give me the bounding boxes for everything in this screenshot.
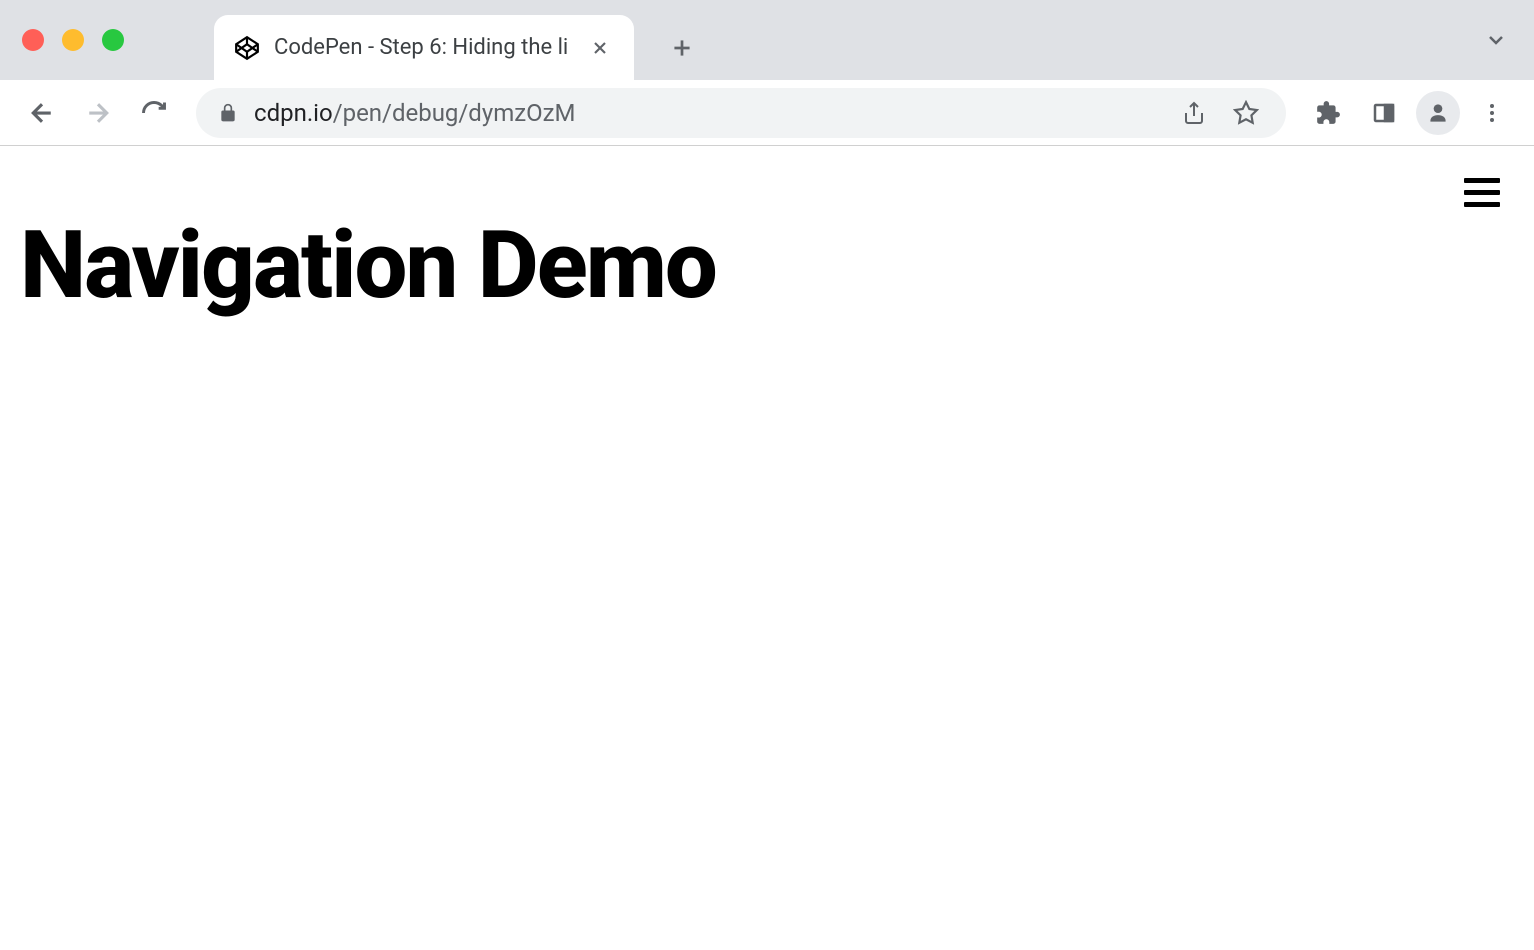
address-bar[interactable]: cdpn.io/pen/debug/dymzOzM xyxy=(196,88,1286,138)
back-button[interactable] xyxy=(18,89,66,137)
share-button[interactable] xyxy=(1176,95,1212,131)
codepen-icon xyxy=(234,35,260,61)
tabs-dropdown-button[interactable] xyxy=(1484,28,1508,52)
close-window-button[interactable] xyxy=(22,29,44,51)
browser-tab[interactable]: CodePen - Step 6: Hiding the li xyxy=(214,15,634,80)
url-path: /pen/debug/dymzOzM xyxy=(333,99,576,127)
tab-bar: CodePen - Step 6: Hiding the li xyxy=(0,0,1534,80)
tab-title: CodePen - Step 6: Hiding the li xyxy=(274,35,574,60)
hamburger-menu-button[interactable] xyxy=(1464,178,1500,207)
hamburger-icon xyxy=(1464,178,1500,183)
maximize-window-button[interactable] xyxy=(102,29,124,51)
reload-button[interactable] xyxy=(130,89,178,137)
new-tab-button[interactable] xyxy=(658,24,706,72)
close-tab-button[interactable] xyxy=(586,34,614,62)
extensions-button[interactable] xyxy=(1304,89,1352,137)
lock-icon xyxy=(218,103,238,123)
hamburger-icon xyxy=(1464,202,1500,207)
forward-button[interactable] xyxy=(74,89,122,137)
hamburger-icon xyxy=(1464,190,1500,195)
page-heading: Navigation Demo xyxy=(20,214,1514,317)
bookmark-button[interactable] xyxy=(1228,95,1264,131)
url-domain: cdpn.io xyxy=(254,99,333,127)
profile-button[interactable] xyxy=(1416,91,1460,135)
url-text: cdpn.io/pen/debug/dymzOzM xyxy=(254,99,1160,127)
browser-chrome: CodePen - Step 6: Hiding the li xyxy=(0,0,1534,146)
page-content: Navigation Demo xyxy=(0,146,1534,337)
menu-button[interactable] xyxy=(1468,89,1516,137)
minimize-window-button[interactable] xyxy=(62,29,84,51)
window-controls xyxy=(22,29,124,51)
browser-toolbar: cdpn.io/pen/debug/dymzOzM xyxy=(0,80,1534,145)
side-panel-button[interactable] xyxy=(1360,89,1408,137)
